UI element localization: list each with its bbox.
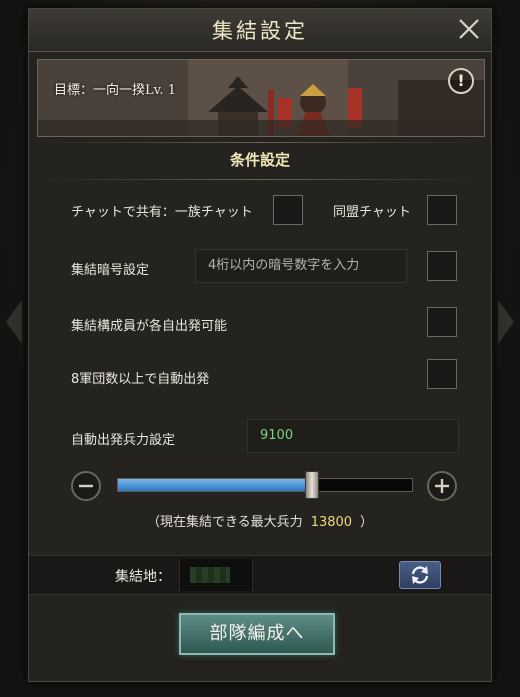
target-text: 目標：一向一揆Lv. 1 <box>54 83 176 98</box>
title-bar: 集結設定 <box>29 9 491 52</box>
plus-icon <box>435 479 449 493</box>
max-troops-text: （現在集結できる最大兵力 13800 ） <box>29 511 491 530</box>
max-troops-suffix: ） <box>360 515 374 530</box>
password-checkbox[interactable] <box>427 251 457 281</box>
alliance-chat-checkbox[interactable] <box>427 195 457 225</box>
banner-scene-image <box>38 60 484 136</box>
auto-depart-label: 8軍団数以上で自動出発 <box>71 372 210 387</box>
auto-depart-checkbox[interactable] <box>427 359 457 389</box>
password-label: 集結暗号設定 <box>71 263 150 278</box>
increase-button[interactable] <box>427 471 457 501</box>
max-troops-prefix: （現在集結できる最大兵力 <box>146 515 303 530</box>
refresh-button[interactable] <box>399 561 441 589</box>
minus-icon <box>79 484 93 488</box>
refresh-icon <box>411 566 429 584</box>
close-icon <box>459 19 479 39</box>
rally-location-bar: 集結地： <box>29 555 491 595</box>
troop-slider[interactable] <box>117 471 413 499</box>
location-value-blurred <box>190 567 230 583</box>
next-arrow-icon[interactable] <box>498 300 514 344</box>
auto-troops-label: 自動出発兵力設定 <box>71 433 176 448</box>
section-divider-bottom <box>39 179 481 180</box>
each-depart-label: 集結構成員が各自出発可能 <box>71 319 228 334</box>
password-input[interactable]: 4桁以内の暗号数字を入力 <box>195 249 407 283</box>
go-to-formation-button[interactable]: 部隊編成へ <box>179 613 335 655</box>
target-banner: 目標：一向一揆Lv. 1 ! <box>37 59 485 137</box>
dialog-title: 集結設定 <box>212 19 308 43</box>
section-divider-top <box>39 142 481 143</box>
location-label: 集結地： <box>115 569 171 585</box>
close-button[interactable] <box>455 15 483 43</box>
slider-fill <box>118 479 312 491</box>
alliance-chat-label: 同盟チャット <box>333 205 411 220</box>
prev-arrow-icon[interactable] <box>6 300 22 344</box>
share-clan-chat-label: チャットで共有：一族チャット <box>71 205 253 220</box>
slider-thumb[interactable] <box>304 471 319 499</box>
decrease-button[interactable] <box>71 471 101 501</box>
section-title: 条件設定 <box>229 151 290 169</box>
info-icon[interactable]: ! <box>448 68 474 94</box>
clan-chat-checkbox[interactable] <box>273 195 303 225</box>
rally-settings-dialog: 集結設定 目標：一向一揆Lv. 1 ! 条件設定 チャットで共有：一族チャット … <box>28 8 492 682</box>
auto-troops-input[interactable]: 9100 <box>247 419 459 453</box>
location-value <box>179 559 253 591</box>
each-depart-checkbox[interactable] <box>427 307 457 337</box>
max-troops-value: 13800 <box>310 515 353 530</box>
